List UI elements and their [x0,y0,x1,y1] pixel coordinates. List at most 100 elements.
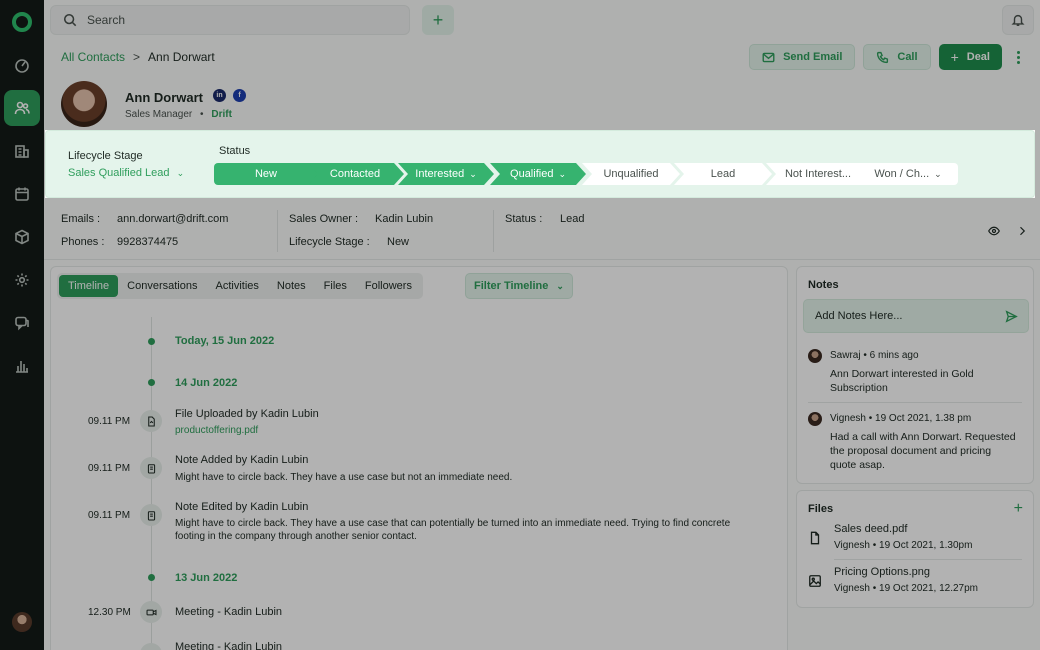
eye-icon[interactable] [988,224,1000,236]
topbar: Search + [44,0,1040,42]
event-title: Meeting - Kadin Lubin [175,606,283,618]
filter-timeline-button[interactable]: Filter Timeline ⌄ [465,273,573,299]
lifecycle-stage-selected: Sales Qualified Lead [68,167,170,179]
role-separator: • [200,109,204,120]
add-deal-button[interactable]: + Deal [938,44,1002,70]
status-stage-label: Contacted [329,168,381,180]
tab-activities[interactable]: Activities [207,275,268,297]
note-meta: Vignesh • 19 Oct 2021, 1.38 pm [830,413,971,424]
note-text: Had a call with Ann Dorwart. Requested t… [830,431,1016,471]
file-time: • 19 Oct 2021, 1.30pm [872,540,973,551]
search-input[interactable]: Search [50,5,410,35]
notifications-button[interactable] [1002,5,1034,35]
note-time: • 6 mins ago [863,350,919,361]
more-options-icon[interactable] [1010,44,1026,70]
send-icon[interactable] [1005,310,1018,323]
event-title: Note Added by Kadin Lubin [175,454,309,466]
send-email-button[interactable]: Send Email [749,44,856,70]
status-stage-label: Qualified [510,168,554,180]
document-icon [808,531,822,545]
linkedin-icon[interactable]: in [213,89,226,102]
breadcrumb-separator: > [133,50,141,64]
sidebar-item-contacts[interactable] [4,90,40,126]
status-stage-label: Unqualified [603,168,659,180]
call-button[interactable]: Call [863,44,931,70]
company-link[interactable]: Drift [211,109,232,120]
chevron-down-icon: ⌄ [469,168,477,179]
timeline-date: 13 Jun 2022 [175,572,238,584]
phones-value[interactable]: 9928374475 [117,236,178,248]
event-title: Meeting - Kadin Lubin [175,641,283,650]
breadcrumb-all-contacts[interactable]: All Contacts [61,50,125,64]
event-file-link[interactable]: productoffering.pdf [175,425,258,436]
notes-title: Notes [808,279,839,291]
tab-files[interactable]: Files [315,275,356,297]
event-description: Might have to circle back. They have a u… [175,518,731,542]
quick-add-button[interactable]: + [422,5,454,35]
timeline-date: 14 Jun 2022 [175,377,238,389]
note-author: Vignesh [830,413,866,424]
event-time: 12.30 PM [88,607,131,618]
app-window: Search + All Contacts > Ann Dorwart Send… [0,0,1040,650]
files-title: Files [808,503,834,515]
file-item[interactable]: Sales deed.pdf Vignesh • 19 Oct 2021, 1.… [808,521,1024,557]
status-stage-contacted[interactable]: Contacted [306,163,404,185]
status-stage-won-ch[interactable]: Won / Ch... ⌄ [858,163,958,185]
event-description: Might have to circle back. They have a u… [175,472,513,483]
tab-timeline[interactable]: Timeline [59,275,119,297]
tab-notes[interactable]: Notes [268,275,315,297]
bell-icon [1011,14,1025,26]
status-stage-qualified[interactable]: Qualified ⌄ [490,163,586,185]
lifecycle-stage-title: Lifecycle Stage [68,150,143,162]
note-icon [140,457,162,479]
tab-followers[interactable]: Followers [356,275,421,297]
status-stage-interested[interactable]: Interested ⌄ [398,163,494,185]
sidebar-item-calendar[interactable] [4,176,40,212]
status-stage-lead[interactable]: Lead [674,163,772,185]
sidebar-item-reports[interactable] [4,348,40,384]
status-stage-new[interactable]: New [214,163,318,185]
timeline-date: Today, 15 Jun 2022 [175,335,275,347]
file-name: Sales deed.pdf [834,523,908,535]
sidebar-item-dashboard[interactable] [4,47,40,83]
app-logo-icon[interactable] [12,12,32,32]
sidebar-item-settings[interactable] [4,262,40,298]
emails-value[interactable]: ann.dorwart@drift.com [117,213,228,225]
status-stage-label: New [254,168,277,180]
chevron-down-icon: ⌄ [934,168,942,179]
note-author-avatar [808,412,822,426]
video-icon [140,601,162,623]
filter-timeline-label: Filter Timeline [474,280,549,292]
status-stage-not-interest[interactable]: Not Interest... [766,163,870,185]
lifecycle-stage-select[interactable]: Sales Qualified Lead ⌄ [68,167,184,179]
add-note-input[interactable]: Add Notes Here... [803,299,1029,333]
add-file-icon[interactable]: + [1014,500,1023,518]
role-text: Sales Manager [125,109,193,120]
tab-conversations[interactable]: Conversations [118,275,206,297]
plus-icon: + [950,49,959,65]
phones-label: Phones : [61,236,105,248]
sidebar-item-messages[interactable] [4,305,40,341]
sidebar-item-products[interactable] [4,219,40,255]
chat-icon [15,316,29,331]
chevron-down-icon: ⌄ [558,168,566,179]
timeline-dot [148,574,155,581]
lifecycle-stage-label: Lifecycle Stage : [289,236,370,248]
contact-info-row: Emails : ann.dorwart@drift.com Phones : … [44,205,1040,260]
event-time: 09.11 PM [88,510,131,521]
chevron-down-icon: ⌄ [176,168,185,178]
chevron-right-icon[interactable] [1016,224,1028,236]
facebook-icon[interactable]: f [233,89,246,102]
event-time: 09.11 PM [88,416,131,427]
user-avatar[interactable] [12,612,32,632]
file-item[interactable]: Pricing Options.png Vignesh • 19 Oct 202… [808,564,1024,600]
sidebar-item-companies[interactable] [4,133,40,169]
mail-icon [762,52,775,62]
status-stage-label: Interested [415,168,465,180]
box-icon [15,229,29,245]
breadcrumb: All Contacts > Ann Dorwart [61,50,215,64]
note-time: • 19 Oct 2021, 1.38 pm [868,413,972,424]
note-author: Sawraj [830,350,861,361]
file-meta: Vignesh • 19 Oct 2021, 1.30pm [834,540,972,551]
status-stage-unqualified[interactable]: Unqualified [582,163,680,185]
